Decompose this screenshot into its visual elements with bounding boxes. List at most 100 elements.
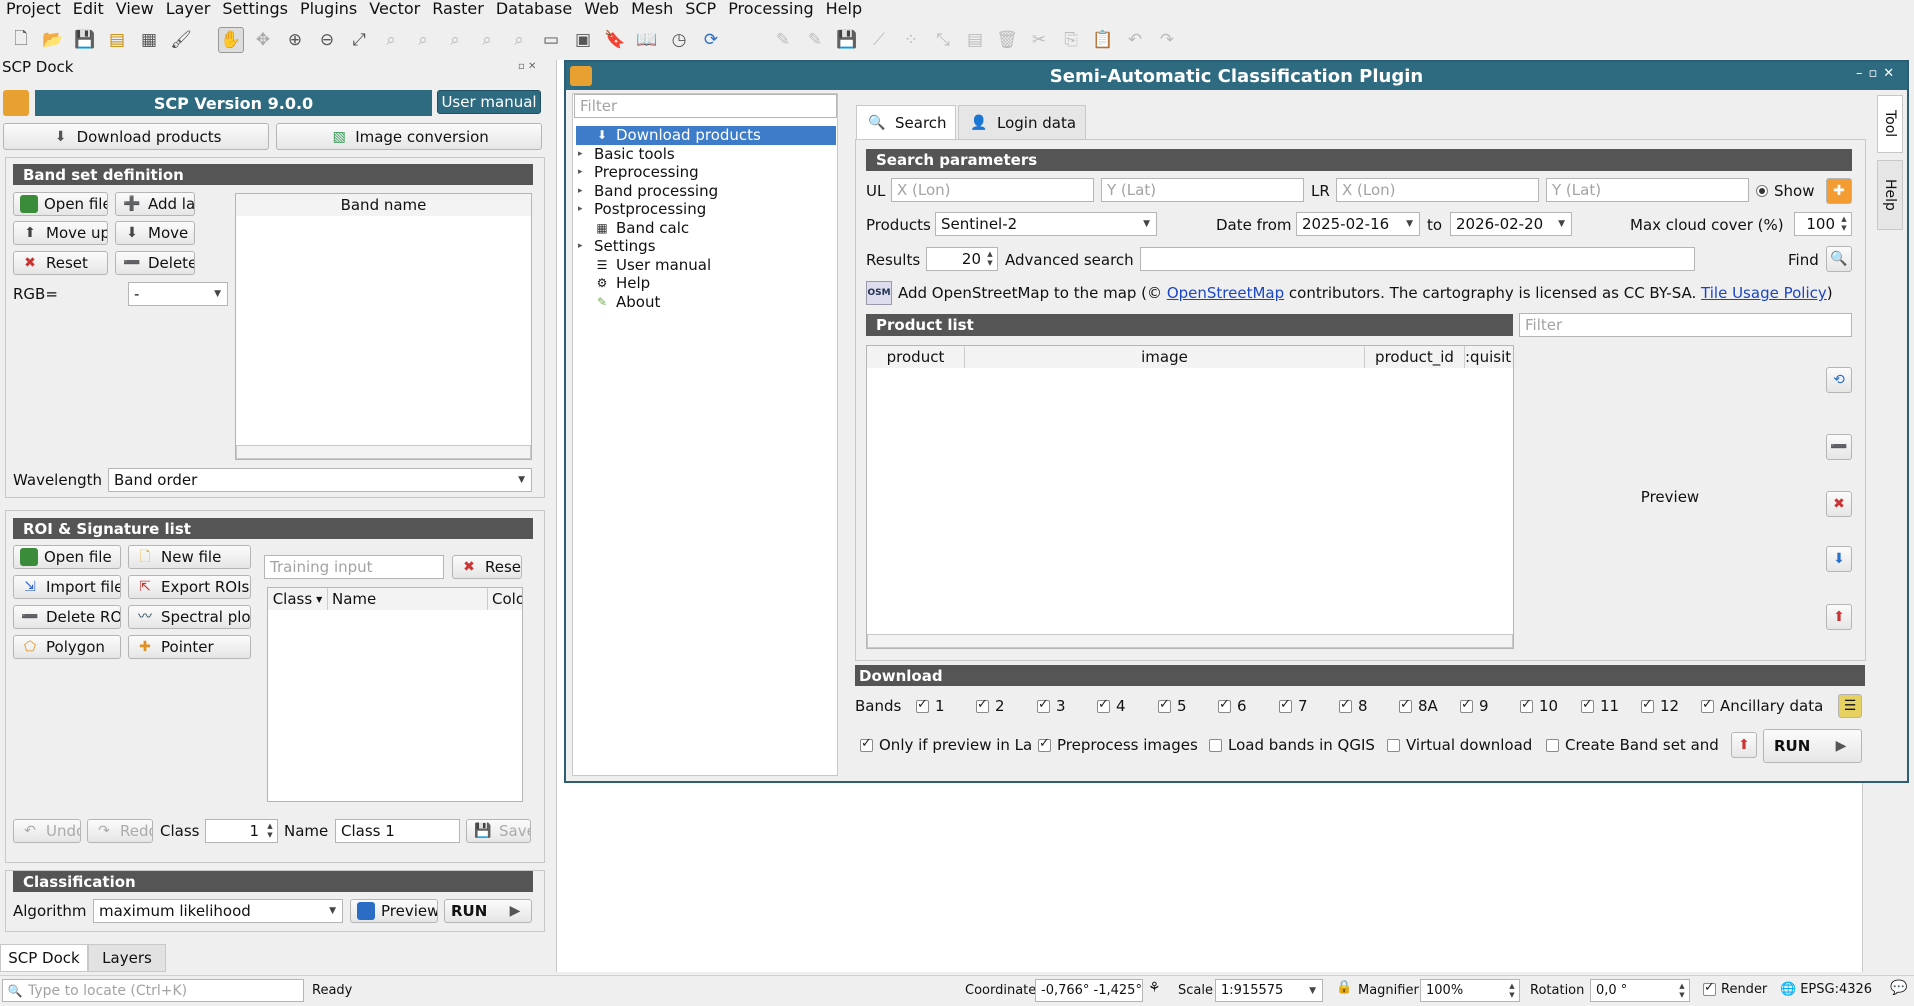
lr-x-input[interactable]: X (Lon) xyxy=(1336,178,1539,202)
dock-float-icon[interactable]: ▫ ✕ xyxy=(518,61,536,72)
export-table-button[interactable]: ⬆ xyxy=(1826,604,1852,630)
menu-web[interactable]: Web xyxy=(578,0,625,18)
product-table[interactable]: product image product_id :quisit xyxy=(866,345,1514,649)
delete-icon[interactable]: 🗑 xyxy=(994,27,1020,53)
band-10-checkbox[interactable]: 10 xyxy=(1520,697,1558,715)
export-rois-button[interactable]: ⇱ Export ROIs xyxy=(128,575,251,599)
spectral-plot-button[interactable]: 〰 Spectral plot xyxy=(128,605,251,629)
classification-run-button[interactable]: RUN ▶ xyxy=(444,899,532,923)
image-conversion-button[interactable]: ▧ Image conversion xyxy=(276,123,542,150)
lr-y-input[interactable]: Y (Lat) xyxy=(1546,178,1749,202)
add-layer-button[interactable]: ➕ Add layer xyxy=(115,192,195,216)
create-bandset-checkbox[interactable]: Create Band set and xyxy=(1546,736,1719,754)
zoom-native-icon[interactable]: ⌕ xyxy=(442,27,468,53)
show-bookmarks-icon[interactable]: 📖 xyxy=(634,27,660,53)
products-combo[interactable]: Sentinel-2 ▼ xyxy=(935,212,1157,236)
band-reset-button[interactable]: ✖ Reset xyxy=(13,251,108,275)
refresh-icon[interactable]: ⟳ xyxy=(698,27,724,53)
temporal-controller-icon[interactable]: ◷ xyxy=(666,27,692,53)
zoom-selection-icon[interactable]: ⌕ xyxy=(378,27,404,53)
open-project-icon[interactable]: 📂 xyxy=(40,27,66,53)
cut-icon[interactable]: ✂ xyxy=(1026,27,1052,53)
scale-combo[interactable]: 1:915575 ▼ xyxy=(1215,979,1323,1002)
virtual-download-checkbox[interactable]: Virtual download xyxy=(1387,736,1532,754)
new-file-button[interactable]: 🗋 New file xyxy=(128,545,251,569)
new-project-icon[interactable]: 🗋 xyxy=(8,27,34,53)
remove-row-button[interactable]: ➖ xyxy=(1826,434,1852,460)
rotation-spinbox[interactable]: 0,0 ° ▲ ▼ xyxy=(1590,979,1690,1002)
zoom-layer-icon[interactable]: ⌕ xyxy=(410,27,436,53)
bookmark-icon[interactable]: 🔖 xyxy=(602,27,628,53)
band-6-checkbox[interactable]: 6 xyxy=(1218,697,1247,715)
coordinate-field[interactable]: -0,766° -1,425° xyxy=(1035,979,1143,1002)
class-column[interactable]: Class ▼ xyxy=(268,588,328,610)
algorithm-combo[interactable]: maximum likelihood ▼ xyxy=(93,899,343,923)
menu-database[interactable]: Database xyxy=(490,0,578,18)
tool-filter-input[interactable]: Filter xyxy=(574,94,837,118)
tree-item-band-calc[interactable]: ▦ Band calc xyxy=(576,219,836,238)
print-layout-icon[interactable]: ▤ xyxy=(104,27,130,53)
undo-icon[interactable]: ↶ xyxy=(1122,27,1148,53)
add-feature-icon[interactable]: ⟋ xyxy=(866,27,892,53)
date-to-input[interactable]: 2026-02-20 ▼ xyxy=(1450,212,1572,236)
roi-open-file-button[interactable]: Open file xyxy=(13,545,121,569)
tree-item-postprocessing[interactable]: ▸ Postprocessing xyxy=(576,200,836,219)
save-roi-button[interactable]: 💾 Save xyxy=(466,819,531,843)
show-radio[interactable]: Show xyxy=(1756,182,1814,200)
delete-row-button[interactable]: ➖ Delete row xyxy=(115,251,195,275)
extents-toggle-icon[interactable]: ⚘ xyxy=(1148,980,1161,996)
lock-icon[interactable]: 🔒 xyxy=(1336,980,1352,995)
product-id-column[interactable]: product_id xyxy=(1365,346,1465,368)
band-name-column[interactable]: Band name xyxy=(236,194,531,216)
zoom-next-icon[interactable]: ⌕ xyxy=(506,27,532,53)
delete-roi-button[interactable]: ➖ Delete ROI xyxy=(13,605,121,629)
save-project-icon[interactable]: 💾 xyxy=(72,27,98,53)
messages-icon[interactable]: 💬 xyxy=(1890,980,1907,996)
import-file-button[interactable]: ⇲ Import file xyxy=(13,575,121,599)
menu-help[interactable]: Help xyxy=(820,0,868,18)
new-3d-view-icon[interactable]: ▣ xyxy=(570,27,596,53)
magnifier-spinbox[interactable]: 100% ▲ ▼ xyxy=(1420,979,1520,1002)
band-8-checkbox[interactable]: 8 xyxy=(1339,697,1368,715)
load-bands-checkbox[interactable]: Load bands in QGIS xyxy=(1209,736,1375,754)
roi-table[interactable]: Class ▼ Name Colo xyxy=(267,587,523,802)
save-edits-icon[interactable]: 💾 xyxy=(834,27,860,53)
max-cloud-spinbox[interactable]: 100 ▲ ▼ xyxy=(1794,212,1852,236)
pointer-button[interactable]: ✚ Pointer xyxy=(128,635,251,659)
zoom-full-icon[interactable]: ⤢ xyxy=(346,27,372,53)
locator-input[interactable]: 🔍 Type to locate (Ctrl+K) xyxy=(2,979,304,1002)
check-all-bands-button[interactable]: ☰ xyxy=(1838,694,1862,718)
copy-icon[interactable]: ⎘ xyxy=(1058,27,1084,53)
band-4-checkbox[interactable]: 4 xyxy=(1097,697,1126,715)
zoom-in-icon[interactable]: ⊕ xyxy=(282,27,308,53)
tree-item-preprocessing[interactable]: ▸ Preprocessing xyxy=(576,163,836,182)
menu-settings[interactable]: Settings xyxy=(216,0,294,18)
osm-link[interactable]: OpenStreetMap xyxy=(1167,284,1284,302)
osm-icon[interactable]: OSM xyxy=(866,281,892,305)
product-table-scrollbar[interactable] xyxy=(867,634,1513,648)
class-spinbox[interactable]: 1 ▲ ▼ xyxy=(205,819,278,843)
zoom-out-icon[interactable]: ⊖ xyxy=(314,27,340,53)
redo-button[interactable]: ↷ Redo xyxy=(87,819,153,843)
delete-selected-icon[interactable]: ▤ xyxy=(962,27,988,53)
image-column[interactable]: image xyxy=(965,346,1365,368)
band-open-file-button[interactable]: Open file xyxy=(13,192,108,216)
acquisition-column[interactable]: :quisit xyxy=(1465,346,1513,368)
band-3-checkbox[interactable]: 3 xyxy=(1037,697,1066,715)
plugin-titlebar[interactable]: Semi-Automatic Classification Plugin xyxy=(566,62,1907,90)
zoom-last-icon[interactable]: ⌕ xyxy=(474,27,500,53)
pointer-add-button[interactable]: ✚ xyxy=(1826,178,1852,204)
menu-edit[interactable]: Edit xyxy=(67,0,110,18)
side-tab-tool[interactable]: Tool xyxy=(1877,95,1903,153)
band-table[interactable]: Band name xyxy=(235,193,532,460)
band-9-checkbox[interactable]: 9 xyxy=(1460,697,1489,715)
tree-item-download-products[interactable]: ⬇ Download products xyxy=(576,126,836,145)
style-manager-icon[interactable]: 🖌 xyxy=(168,27,194,53)
product-column[interactable]: product xyxy=(867,346,965,368)
move-up-button[interactable]: ⬆ Move up xyxy=(13,221,108,245)
edit-pencil-icon[interactable]: ✎ xyxy=(770,27,796,53)
menu-vector[interactable]: Vector xyxy=(363,0,426,18)
undo-button[interactable]: ↶ Undo xyxy=(13,819,81,843)
download-products-button[interactable]: ⬇ Download products xyxy=(3,123,269,150)
classification-preview-button[interactable]: Preview xyxy=(350,899,438,923)
